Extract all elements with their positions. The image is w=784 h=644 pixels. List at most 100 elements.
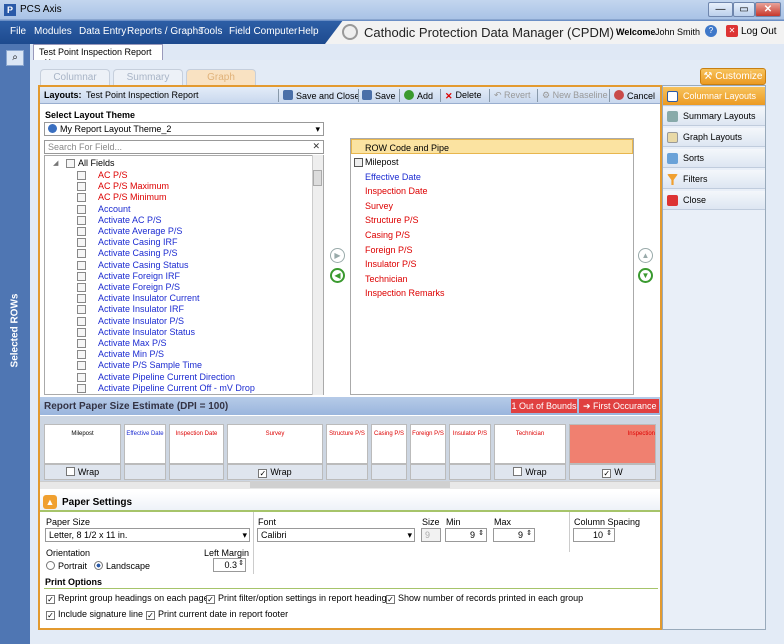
max-input[interactable]: 9 ⇕	[493, 528, 535, 542]
wrap-checkbox[interactable]	[65, 467, 75, 476]
delete-button[interactable]: ✕ Delete	[445, 90, 482, 101]
field-item[interactable]: Activate Pipeline Current Direction	[98, 372, 235, 382]
field-checkbox[interactable]	[77, 361, 86, 371]
selected-field-item[interactable]: Structure P/S	[365, 215, 419, 225]
maximize-button[interactable]: ▭	[733, 2, 755, 17]
portrait-radio[interactable]	[46, 561, 55, 570]
field-checkbox[interactable]	[77, 171, 86, 180]
field-item[interactable]: Activate P/S Sample Time	[98, 360, 202, 370]
cancel-button[interactable]: Cancel	[614, 90, 655, 101]
field-item[interactable]: Activate Insulator Current	[98, 293, 200, 303]
tree-expand-icon[interactable]: ◢	[53, 159, 58, 167]
checkbox-checked[interactable]: ✓	[206, 595, 215, 604]
option-current-date[interactable]: ✓ Print current date in report footer	[146, 609, 288, 620]
menu-file[interactable]: File	[10, 26, 26, 37]
field-checkbox[interactable]	[77, 182, 86, 192]
field-checkbox[interactable]	[77, 271, 86, 281]
all-fields-checkbox[interactable]	[66, 159, 75, 168]
field-checkbox[interactable]	[77, 372, 86, 382]
wrap-checkbox[interactable]: ✓	[602, 469, 612, 478]
field-item[interactable]: Activate Casing P/S	[98, 248, 178, 258]
paper-column[interactable]: Insulator P/S	[449, 424, 491, 464]
add-button[interactable]: Add	[404, 90, 433, 101]
field-item[interactable]: AC P/S Maximum	[98, 181, 169, 191]
sorts-button[interactable]: Sorts	[663, 149, 765, 168]
field-checkbox[interactable]	[77, 327, 86, 337]
selected-field-item[interactable]: Inspection Remarks	[365, 288, 445, 298]
wrap-checkbox[interactable]	[513, 467, 523, 476]
clear-search-icon[interactable]: ✕	[312, 141, 320, 152]
landscape-option[interactable]: Landscape	[94, 561, 150, 571]
field-checkbox[interactable]	[77, 294, 86, 304]
option-show-records[interactable]: ✓ Show number of records printed in each …	[386, 593, 583, 604]
checkbox-checked[interactable]: ✓	[386, 595, 395, 604]
paper-column[interactable]: Casing P/S	[371, 424, 407, 464]
tab-graph[interactable]: Graph	[186, 69, 256, 85]
selected-field-item[interactable]: Casing P/S	[365, 230, 410, 240]
spinner-icon[interactable]: ⇕	[526, 529, 532, 537]
field-item[interactable]: Activate Max P/S	[98, 338, 167, 348]
option-signature-line[interactable]: ✓ Include signature line	[46, 609, 143, 620]
paper-column[interactable]: Inspection	[569, 424, 656, 464]
help-icon[interactable]: ?	[705, 25, 717, 37]
selected-field-item[interactable]: Effective Date	[365, 172, 421, 182]
tab-columnar[interactable]: Columnar	[40, 69, 110, 85]
first-occurrence-button[interactable]: ➔ First Occurance	[579, 399, 659, 413]
field-item[interactable]: Account	[98, 204, 131, 214]
field-search-input[interactable]: Search For Field... ✕	[44, 140, 324, 154]
field-item[interactable]: AC P/S	[98, 170, 128, 180]
min-input[interactable]: 9 ⇕	[445, 528, 487, 542]
field-checkbox[interactable]	[77, 283, 86, 292]
theme-select[interactable]: My Report Layout Theme_2 ▾	[44, 122, 324, 136]
menu-reports-graphs[interactable]: Reports / Graphs	[127, 26, 203, 37]
close-panel-button[interactable]: Close	[663, 191, 765, 210]
menu-modules[interactable]: Modules	[34, 26, 72, 37]
field-item[interactable]: Activate Foreign IRF	[98, 271, 180, 281]
paper-column[interactable]: Technician	[494, 424, 566, 464]
field-checkbox[interactable]	[77, 193, 86, 203]
columnar-layouts-button[interactable]: Columnar Layouts	[663, 87, 765, 106]
revert-button[interactable]: ↶ Revert	[494, 90, 531, 101]
column-spacing-input[interactable]: 10 ⇕	[573, 528, 615, 542]
selected-field-item[interactable]: Foreign P/S	[365, 245, 413, 255]
option-reprint-headings[interactable]: ✓ Reprint group headings on each page	[46, 593, 209, 604]
spinner-icon[interactable]: ⇕	[606, 529, 612, 537]
field-checkbox[interactable]	[77, 316, 86, 326]
new-baseline-button[interactable]: ⚙ New Baseline	[542, 90, 608, 101]
tab-summary[interactable]: Summary	[113, 69, 183, 85]
logout-icon[interactable]: ✕	[726, 25, 738, 37]
field-item[interactable]: Activate Average P/S	[98, 226, 182, 236]
field-item[interactable]: Activate Pipeline Current Off - mV Drop	[98, 383, 255, 393]
spinner-icon[interactable]: ⇕	[238, 559, 244, 567]
customize-button[interactable]: ⚒ Customize	[700, 68, 766, 85]
landscape-radio[interactable]	[94, 561, 103, 570]
wrap-checkbox[interactable]: ✓	[258, 469, 268, 478]
field-tree[interactable]	[44, 155, 324, 395]
rail-search-icon[interactable]: ⌕	[6, 50, 24, 66]
field-checkbox[interactable]	[77, 215, 86, 225]
field-item[interactable]: Activate Min P/S	[98, 349, 164, 359]
move-up-icon[interactable]: ▲	[638, 248, 653, 263]
move-right-icon[interactable]: ▶	[330, 248, 345, 263]
save-and-close-button[interactable]: Save and Close	[283, 90, 360, 101]
field-item[interactable]: Activate Casing IRF	[98, 237, 178, 247]
minimize-button[interactable]: —	[708, 2, 733, 17]
field-checkbox[interactable]	[77, 383, 86, 393]
checkbox-checked[interactable]: ✓	[46, 595, 55, 604]
field-tree-scrollbar[interactable]	[312, 155, 323, 395]
checkbox-checked[interactable]: ✓	[46, 611, 55, 620]
field-checkbox[interactable]	[77, 227, 86, 236]
menu-data-entry[interactable]: Data Entry	[79, 26, 126, 37]
paper-column[interactable]: Inspection Date	[169, 424, 224, 464]
spinner-icon[interactable]: ⇕	[478, 529, 484, 537]
preview-scroll-thumb[interactable]	[250, 481, 450, 488]
close-window-button[interactable]: ✕	[755, 2, 781, 17]
move-down-icon[interactable]: ▼	[638, 268, 653, 283]
field-item[interactable]: Activate Insulator P/S	[98, 316, 184, 326]
field-item[interactable]: Activate AC P/S	[98, 215, 162, 225]
field-item[interactable]: Activate Insulator Status	[98, 327, 195, 337]
portrait-option[interactable]: Portrait	[46, 561, 87, 571]
field-item[interactable]: Activate Foreign P/S	[98, 282, 180, 292]
scroll-thumb[interactable]	[313, 170, 322, 186]
selected-rows-label[interactable]: Selected ROWs	[9, 294, 20, 368]
